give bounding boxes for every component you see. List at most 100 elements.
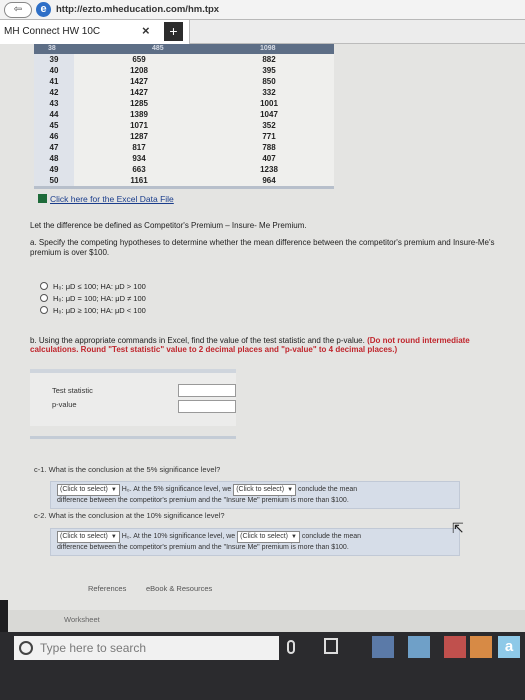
- value-cell: 1389: [130, 110, 148, 119]
- value-cell: 1047: [260, 110, 278, 119]
- option-label: H₀: μD ≥ 100; HA: μD < 100: [53, 306, 146, 315]
- value-cell: 659: [132, 55, 146, 64]
- table-row: 49 663 1238: [34, 164, 334, 175]
- question-a-text: a. Specify the competing hypotheses to d…: [30, 238, 495, 257]
- table-row: 47 817 788: [34, 142, 334, 153]
- browser-logo-icon: e: [36, 2, 51, 17]
- value-cell: 934: [132, 154, 146, 163]
- value-cell: 1001: [260, 99, 278, 108]
- task-view-icon[interactable]: [324, 638, 338, 654]
- select-value: (Click to select): [60, 486, 108, 493]
- value-cell: 788: [262, 143, 276, 152]
- value-cell: 964: [262, 176, 276, 185]
- app-icon[interactable]: [444, 636, 466, 658]
- c1-reject-select[interactable]: (Click to select) ▼: [57, 484, 120, 496]
- worksheet-label[interactable]: Worksheet: [64, 615, 100, 624]
- screen-edge: [0, 600, 8, 632]
- option-label: H₀: μD ≤ 100; HA: μD > 100: [53, 282, 146, 291]
- assignment-page: 38 485 1098 39 659 882 40 1208 395 41 1427 850 42…: [0, 44, 525, 610]
- app-icon[interactable]: [470, 636, 492, 658]
- premium-data-table: 39 659 882 40 1208 395 41 1427 850 42 1427 332 43 128…: [34, 54, 334, 186]
- table-row: 39 659 882: [34, 54, 334, 65]
- c2-conclude-select[interactable]: (Click to select) ▼: [237, 531, 300, 543]
- table-row: 50 1161 964: [34, 175, 334, 186]
- value-cell: 395: [262, 66, 276, 75]
- value-cell: 663: [132, 165, 146, 174]
- tab-connect[interactable]: MH Connect HW 10C × +: [0, 20, 190, 44]
- c1-conclude-select[interactable]: (Click to select) ▼: [233, 484, 297, 496]
- table-header-row: 38 485 1098: [34, 44, 334, 54]
- close-tab-icon[interactable]: ×: [142, 23, 150, 38]
- select-value: (Click to select): [240, 533, 288, 540]
- tab-ebook-resources[interactable]: eBook & Resources: [146, 584, 212, 593]
- windows-taskbar: Type here to search a: [0, 632, 525, 700]
- hypothesis-option-3[interactable]: H₀: μD ≥ 100; HA: μD < 100: [40, 306, 146, 315]
- store-icon[interactable]: [408, 636, 430, 658]
- p-value-input[interactable]: [178, 400, 236, 413]
- table-row: 43 1285 1001: [34, 98, 334, 109]
- test-statistic-input[interactable]: [178, 384, 236, 397]
- hypothesis-option-1[interactable]: H₀: μD ≤ 100; HA: μD > 100: [40, 282, 146, 291]
- data-table-panel: 38 485 1098 39 659 882 40 1208 395 41 1427 850 42…: [34, 44, 334, 186]
- chevron-down-icon: ▼: [287, 487, 294, 493]
- file-explorer-icon[interactable]: [372, 636, 394, 658]
- row-number-cell: 42: [34, 87, 74, 98]
- question-c1-text: c-1. What is the conclusion at the 5% si…: [34, 465, 221, 474]
- table-row: 44 1389 1047: [34, 109, 334, 120]
- option-label: H₀: μD = 100; HA: μD ≠ 100: [53, 294, 146, 303]
- search-placeholder: Type here to search: [40, 641, 147, 655]
- c1-mid-text: H₀. At the 5% significance level, we: [121, 486, 232, 493]
- c1-line2-text: difference between the competitor's prem…: [57, 497, 349, 504]
- table-row: 48 934 407: [34, 153, 334, 164]
- row-number-cell: 43: [34, 98, 74, 109]
- header-cell: 485: [152, 45, 164, 52]
- chevron-down-icon: ▼: [290, 534, 297, 540]
- radio-button[interactable]: [40, 306, 48, 314]
- table-scrollbar[interactable]: [34, 186, 334, 189]
- tab-title: MH Connect HW 10C: [4, 26, 101, 37]
- excel-data-link[interactable]: Click here for the Excel Data File: [38, 194, 174, 204]
- tab-bar: MH Connect HW 10C × +: [0, 20, 525, 44]
- tab-references[interactable]: References: [88, 584, 126, 593]
- table-row: 46 1287 771: [34, 131, 334, 142]
- question-c2-text: c-2. What is the conclusion at the 10% s…: [34, 511, 225, 520]
- excel-link-text: Click here for the Excel Data File: [50, 194, 174, 204]
- taskbar-search-box[interactable]: Type here to search: [14, 636, 279, 660]
- value-cell: 1287: [130, 132, 148, 141]
- answer-table: Test statistic p-value: [30, 369, 236, 426]
- header-cell: 38: [48, 45, 56, 52]
- app-a-icon[interactable]: a: [498, 636, 520, 658]
- row-number-cell: 44: [34, 109, 74, 120]
- new-tab-button[interactable]: +: [164, 22, 183, 41]
- microphone-icon[interactable]: [287, 640, 295, 654]
- table-row: 40 1208 395: [34, 65, 334, 76]
- c1-answer-box: (Click to select) ▼ H₀. At the 5% signifi…: [50, 481, 460, 509]
- hypothesis-option-2[interactable]: H₀: μD = 100; HA: μD ≠ 100: [40, 294, 146, 303]
- row-number-cell: 48: [34, 153, 74, 164]
- address-url[interactable]: http://ezto.mheducation.com/hm.tpx: [56, 4, 219, 15]
- row-number-cell: 47: [34, 142, 74, 153]
- back-button[interactable]: ⇦: [4, 2, 32, 18]
- value-cell: 1208: [130, 66, 148, 75]
- radio-button[interactable]: [40, 294, 48, 302]
- table-row: 41 1427 850: [34, 76, 334, 87]
- c2-mid-text: H₀. At the 10% significance level, we: [121, 533, 236, 540]
- test-statistic-label: Test statistic: [52, 386, 93, 395]
- c2-answer-box: (Click to select) ▼ H₀. At the 10% signif…: [50, 528, 460, 556]
- value-cell: 817: [132, 143, 146, 152]
- value-cell: 1071: [130, 121, 148, 130]
- chevron-down-icon: ▼: [110, 534, 117, 540]
- select-value: (Click to select): [236, 486, 285, 493]
- value-cell: 352: [262, 121, 276, 130]
- difference-definition: Let the difference be defined as Competi…: [30, 221, 307, 230]
- value-cell: 1427: [130, 77, 148, 86]
- mouse-cursor-icon: ⇱: [452, 520, 464, 536]
- question-b-body: b. Using the appropriate commands in Exc…: [30, 336, 365, 345]
- question-b-text: b. Using the appropriate commands in Exc…: [30, 336, 500, 354]
- c2-tail-text: conclude the mean: [301, 533, 362, 540]
- select-value: (Click to select): [60, 533, 108, 540]
- c2-reject-select[interactable]: (Click to select) ▼: [57, 531, 120, 543]
- radio-button[interactable]: [40, 282, 48, 290]
- value-cell: 1427: [130, 88, 148, 97]
- value-cell: 850: [262, 77, 276, 86]
